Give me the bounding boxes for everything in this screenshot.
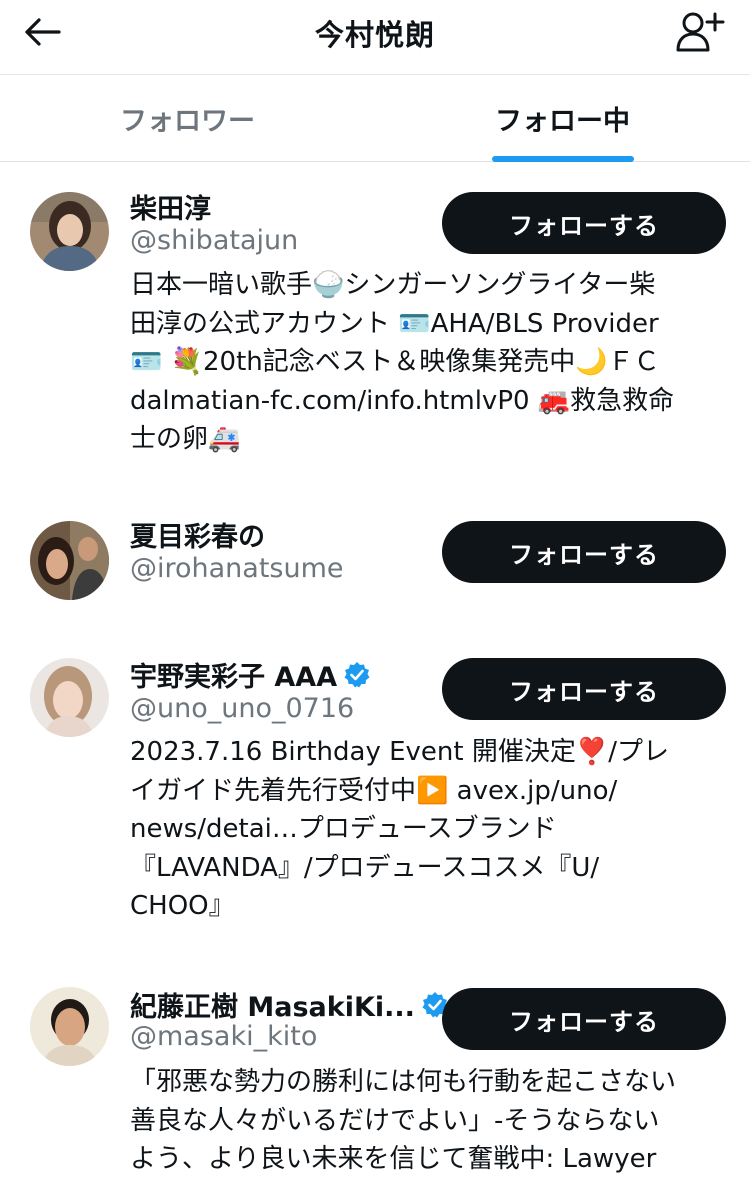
bio-line: dalmatian-fc.com/info.htmlvP0 🚒救急救命: [130, 385, 675, 416]
verified-badge-icon: [344, 661, 370, 687]
active-tab-indicator: [492, 156, 634, 162]
bio-line: CHOO』: [130, 891, 235, 922]
user-bio: 日本一暗い歌手🍚シンガーソングライター柴 田淳の公式アカウント 🪪AHA/BLS…: [130, 266, 725, 459]
bio-line: 2023.7.16 Birthday Event 開催決定❣️/プレ: [130, 737, 669, 767]
user-name: 夏目彩春の: [130, 522, 265, 553]
user-list-item[interactable]: 紀藤正樹 MasakiKi... @masaki_kito フォローする 「邪悪…: [0, 975, 750, 1180]
bio-line: 『LAVANDA』/プロデュースコスメ『U/: [130, 852, 600, 883]
follow-button[interactable]: フォローする: [442, 192, 726, 254]
user-handle: @shibatajun: [130, 225, 299, 256]
follow-button[interactable]: フォローする: [442, 988, 726, 1050]
user-handle: @irohanatsume: [130, 553, 344, 584]
bio-line: よう、より良い未来を信じて奮戦中: Lawyer: [130, 1144, 657, 1175]
follow-button[interactable]: フォローする: [442, 521, 726, 583]
avatar[interactable]: [30, 521, 109, 600]
user-handle: @masaki_kito: [130, 1021, 318, 1052]
add-user-button[interactable]: [672, 8, 728, 56]
user-list-item[interactable]: 夏目彩春の @irohanatsume フォローする: [0, 505, 750, 625]
bio-line: 善良な人々がいるだけでよい」-そうならない: [130, 1105, 660, 1136]
avatar[interactable]: [30, 658, 109, 737]
user-name: 紀藤正樹 MasakiKi...: [130, 992, 415, 1023]
follow-button[interactable]: フォローする: [442, 658, 726, 720]
bio-line: news/detai…プロデュースブランド: [130, 814, 557, 845]
bio-line: 士の卵🚑: [130, 424, 241, 455]
tab-following[interactable]: フォロー中: [375, 75, 750, 161]
user-handle: @uno_uno_0716: [130, 693, 355, 724]
top-bar: 今村悦朗: [0, 0, 750, 75]
user-name: 柴田淳: [130, 194, 211, 225]
add-user-icon: [676, 12, 725, 52]
user-name: 宇野実彩子 AAA: [130, 662, 338, 693]
bio-line: イガイド先着先行受付中▶️ avex.jp/uno/: [130, 775, 618, 806]
page-title: 今村悦朗: [314, 18, 435, 52]
bio-line: 🪪 💐20th記念ベスト＆映像集発売中🌙ＦＣ: [130, 347, 660, 378]
bio-line: 「邪悪な勢力の勝利には何も行動を起こさない: [130, 1067, 677, 1097]
user-bio: 2023.7.16 Birthday Event 開催決定❣️/プレ イガイド先…: [130, 733, 725, 926]
tab-bar: フォロワー フォロー中: [0, 75, 750, 162]
avatar[interactable]: [30, 192, 109, 271]
user-list-item[interactable]: 柴田淳 @shibatajun フォローする 日本一暗い歌手🍚シンガーソングライ…: [0, 175, 750, 485]
tab-followers[interactable]: フォロワー: [0, 75, 375, 161]
user-list-item[interactable]: 宇野実彩子 AAA @uno_uno_0716 フォローする 2023.7.16…: [0, 645, 750, 955]
avatar[interactable]: [30, 987, 109, 1066]
bio-line: 日本一暗い歌手🍚シンガーソングライター柴: [130, 270, 656, 300]
bio-line: 田淳の公式アカウント 🪪AHA/BLS Provider: [130, 308, 659, 339]
user-bio: 「邪悪な勢力の勝利には何も行動を起こさない 善良な人々がいるだけでよい」-そうな…: [130, 1063, 725, 1179]
